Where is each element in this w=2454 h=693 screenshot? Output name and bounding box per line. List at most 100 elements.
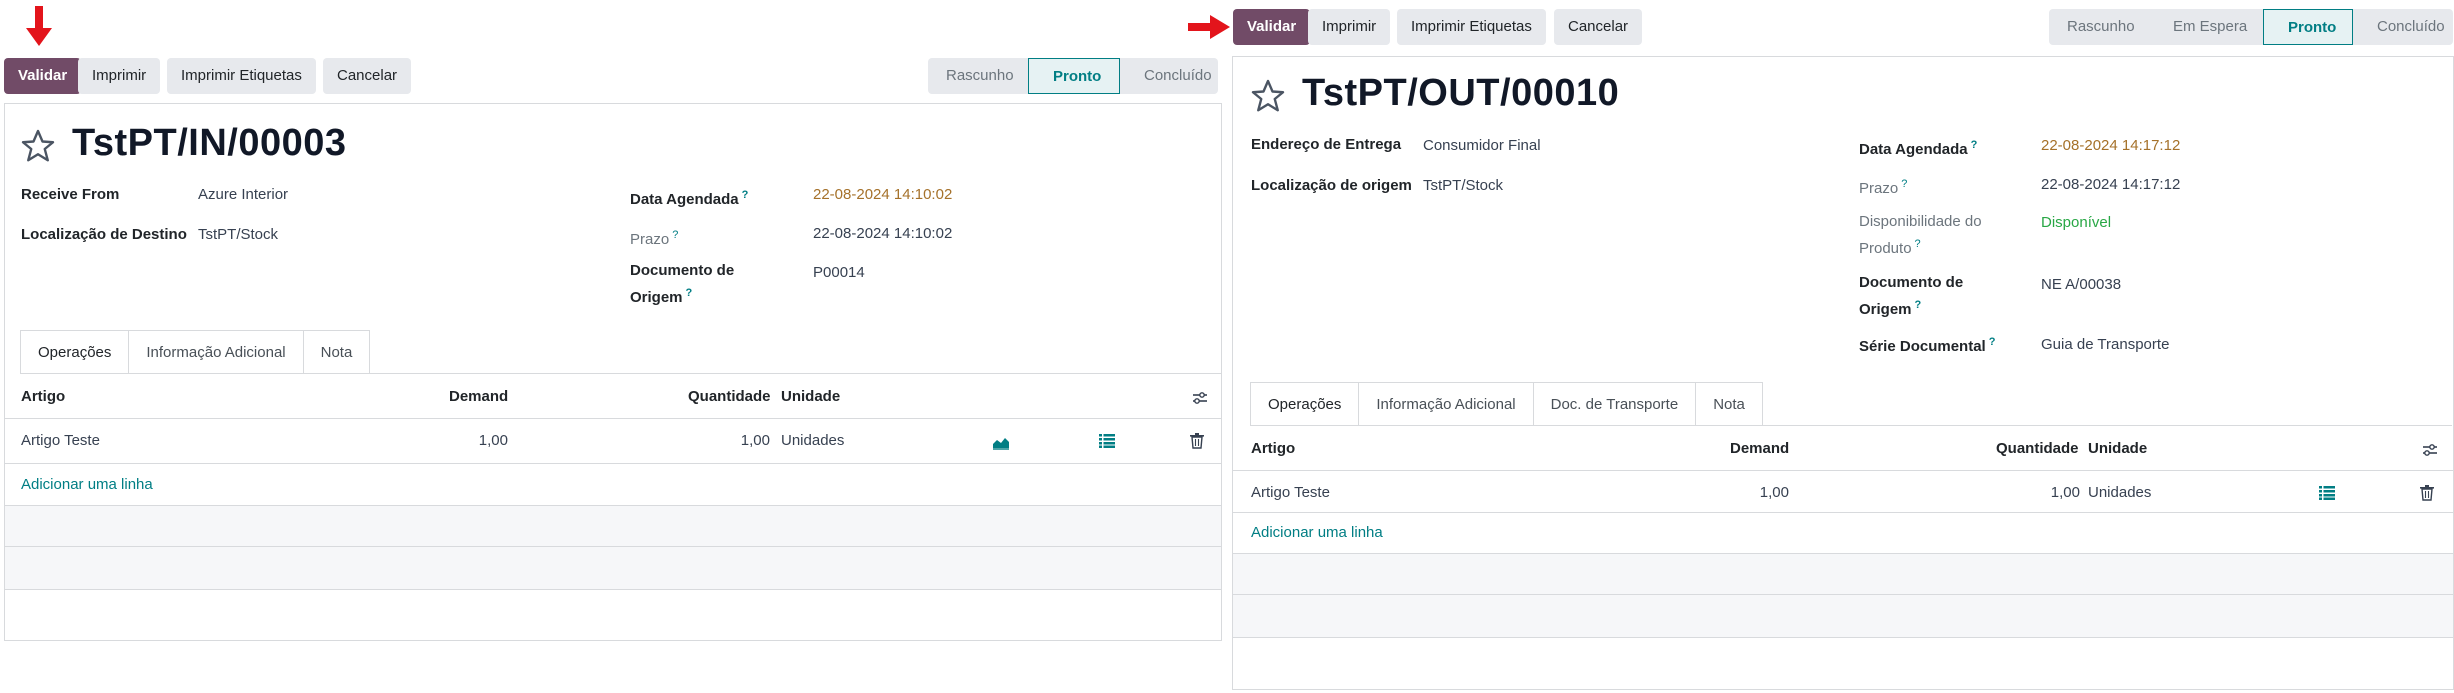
cancel-button[interactable]: Cancelar: [1554, 9, 1643, 45]
trash-icon[interactable]: [1190, 433, 1204, 449]
details-list-icon[interactable]: [1099, 434, 1115, 448]
row-unit[interactable]: Unidades: [781, 432, 844, 449]
origin-document-label-line1: Documento de: [630, 262, 735, 279]
availability-label-line1: Disponibilidade do: [1859, 213, 1982, 230]
tab-additional-info[interactable]: Informação Adicional: [128, 330, 304, 373]
row-product[interactable]: Artigo Teste: [21, 432, 100, 449]
status-step-done[interactable]: Concluído: [2353, 9, 2453, 45]
status-bar: Rascunho Em Espera Pronto Concluído: [2049, 9, 2453, 45]
forecast-chart-icon[interactable]: [992, 434, 1010, 450]
origin-document-label-line2: Origem: [1859, 301, 1912, 318]
add-line-link[interactable]: Adicionar uma linha: [21, 476, 153, 493]
notebook-tabs: Operações Informação Adicional Doc. de T…: [1250, 382, 2452, 426]
column-header-demand[interactable]: Demand: [1730, 440, 1789, 457]
page-title: TstPT/IN/00003: [72, 122, 347, 164]
document-series-label: Série Documental?: [1859, 331, 1995, 358]
validate-button[interactable]: Validar: [4, 58, 82, 94]
empty-row: [5, 506, 1221, 546]
row-product[interactable]: Artigo Teste: [1251, 484, 1330, 501]
column-header-unit[interactable]: Unidade: [781, 388, 840, 405]
column-header-product[interactable]: Artigo: [1251, 440, 1295, 457]
status-step-ready[interactable]: Pronto: [1028, 58, 1120, 94]
status-step-draft[interactable]: Rascunho: [2049, 9, 2149, 45]
help-icon[interactable]: ?: [672, 229, 678, 241]
row-demand[interactable]: 1,00: [1704, 484, 1789, 501]
right-arrow-icon: [1188, 15, 1230, 39]
add-line-link[interactable]: Adicionar uma linha: [1251, 524, 1383, 541]
details-list-icon[interactable]: [2319, 486, 2335, 500]
column-header-quantity[interactable]: Quantidade: [688, 388, 771, 405]
tab-note[interactable]: Nota: [1695, 382, 1763, 425]
trash-icon[interactable]: [2420, 485, 2434, 501]
origin-document-value[interactable]: P00014: [813, 264, 865, 281]
tab-note[interactable]: Nota: [302, 330, 371, 373]
page-title: TstPT/OUT/00010: [1302, 72, 1620, 114]
help-icon[interactable]: ?: [1901, 178, 1907, 190]
help-icon[interactable]: ?: [742, 189, 749, 201]
status-step-waiting[interactable]: Em Espera: [2149, 9, 2263, 45]
column-header-quantity[interactable]: Quantidade: [1996, 440, 2079, 457]
row-quantity[interactable]: 1,00: [1986, 484, 2080, 501]
table-divider: [1233, 512, 2453, 513]
table-divider: [5, 463, 1221, 464]
scheduled-date-value[interactable]: 22-08-2024 14:17:12: [2041, 137, 2180, 154]
scheduled-date-label: Data Agendada?: [1859, 134, 1977, 161]
receive-from-value[interactable]: Azure Interior: [198, 186, 288, 203]
print-button[interactable]: Imprimir: [78, 58, 161, 94]
print-labels-button[interactable]: Imprimir Etiquetas: [1397, 9, 1546, 45]
optional-columns-icon[interactable]: [1192, 390, 1208, 406]
notebook-tabs: Operações Informação Adicional Nota: [20, 330, 1222, 374]
print-labels-button[interactable]: Imprimir Etiquetas: [167, 58, 316, 94]
status-step-done[interactable]: Concluído: [1120, 58, 1218, 94]
help-icon[interactable]: ?: [1915, 238, 1921, 250]
origin-document-label-line2: Origem: [630, 289, 683, 306]
source-location-value[interactable]: TstPT/Stock: [1423, 177, 1503, 194]
validate-button[interactable]: Validar: [1233, 9, 1311, 45]
cancel-button[interactable]: Cancelar: [323, 58, 412, 94]
optional-columns-icon[interactable]: [2422, 442, 2438, 458]
availability-label: Disponibilidade do Produto?: [1859, 211, 1982, 260]
column-header-product[interactable]: Artigo: [21, 388, 65, 405]
deadline-label-text: Prazo: [630, 231, 670, 248]
availability-value: Disponível: [2041, 214, 2112, 231]
empty-row: [5, 547, 1221, 589]
row-quantity[interactable]: 1,00: [680, 432, 770, 449]
scheduled-date-value[interactable]: 22-08-2024 14:10:02: [813, 186, 952, 203]
tab-operations[interactable]: Operações: [20, 330, 130, 373]
document-series-value[interactable]: Guia de Transporte: [2041, 336, 2169, 353]
help-icon[interactable]: ?: [1989, 336, 1996, 348]
row-unit[interactable]: Unidades: [2088, 484, 2151, 501]
status-step-ready[interactable]: Pronto: [2263, 9, 2353, 45]
origin-document-label-line1: Documento de: [1859, 274, 1964, 291]
empty-row: [1233, 554, 2453, 594]
origin-document-label: Documento de Origem?: [630, 260, 734, 309]
source-location-label: Localização de origem: [1251, 177, 1412, 194]
origin-document-value[interactable]: NE A/00038: [2041, 276, 2121, 293]
tab-additional-info[interactable]: Informação Adicional: [1358, 382, 1534, 425]
tab-operations[interactable]: Operações: [1250, 382, 1360, 425]
deadline-value[interactable]: 22-08-2024 14:10:02: [813, 225, 952, 242]
status-step-draft[interactable]: Rascunho: [928, 58, 1028, 94]
help-icon[interactable]: ?: [686, 287, 693, 299]
deadline-value[interactable]: 22-08-2024 14:17:12: [2041, 176, 2180, 193]
table-divider: [5, 418, 1221, 419]
table-divider: [1233, 470, 2453, 471]
row-demand[interactable]: 1,00: [420, 432, 508, 449]
destination-location-value[interactable]: TstPT/Stock: [198, 226, 278, 243]
delivery-address-value[interactable]: Consumidor Final: [1423, 137, 1541, 154]
empty-row: [1233, 595, 2453, 637]
tab-transport-doc[interactable]: Doc. de Transporte: [1532, 382, 1697, 425]
column-header-demand[interactable]: Demand: [449, 388, 508, 405]
column-header-unit[interactable]: Unidade: [2088, 440, 2147, 457]
star-icon[interactable]: [20, 128, 56, 164]
help-icon[interactable]: ?: [1971, 139, 1978, 151]
scheduled-date-label-text: Data Agendada: [1859, 141, 1968, 158]
star-icon[interactable]: [1250, 78, 1286, 114]
down-arrow-icon: [26, 6, 52, 46]
receive-from-label: Receive From: [21, 186, 120, 203]
print-button[interactable]: Imprimir: [1308, 9, 1391, 45]
help-icon[interactable]: ?: [1915, 299, 1922, 311]
scheduled-date-label: Data Agendada?: [630, 184, 748, 211]
origin-document-label: Documento de Origem?: [1859, 272, 1963, 321]
destination-location-label: Localização de Destino: [21, 226, 187, 243]
